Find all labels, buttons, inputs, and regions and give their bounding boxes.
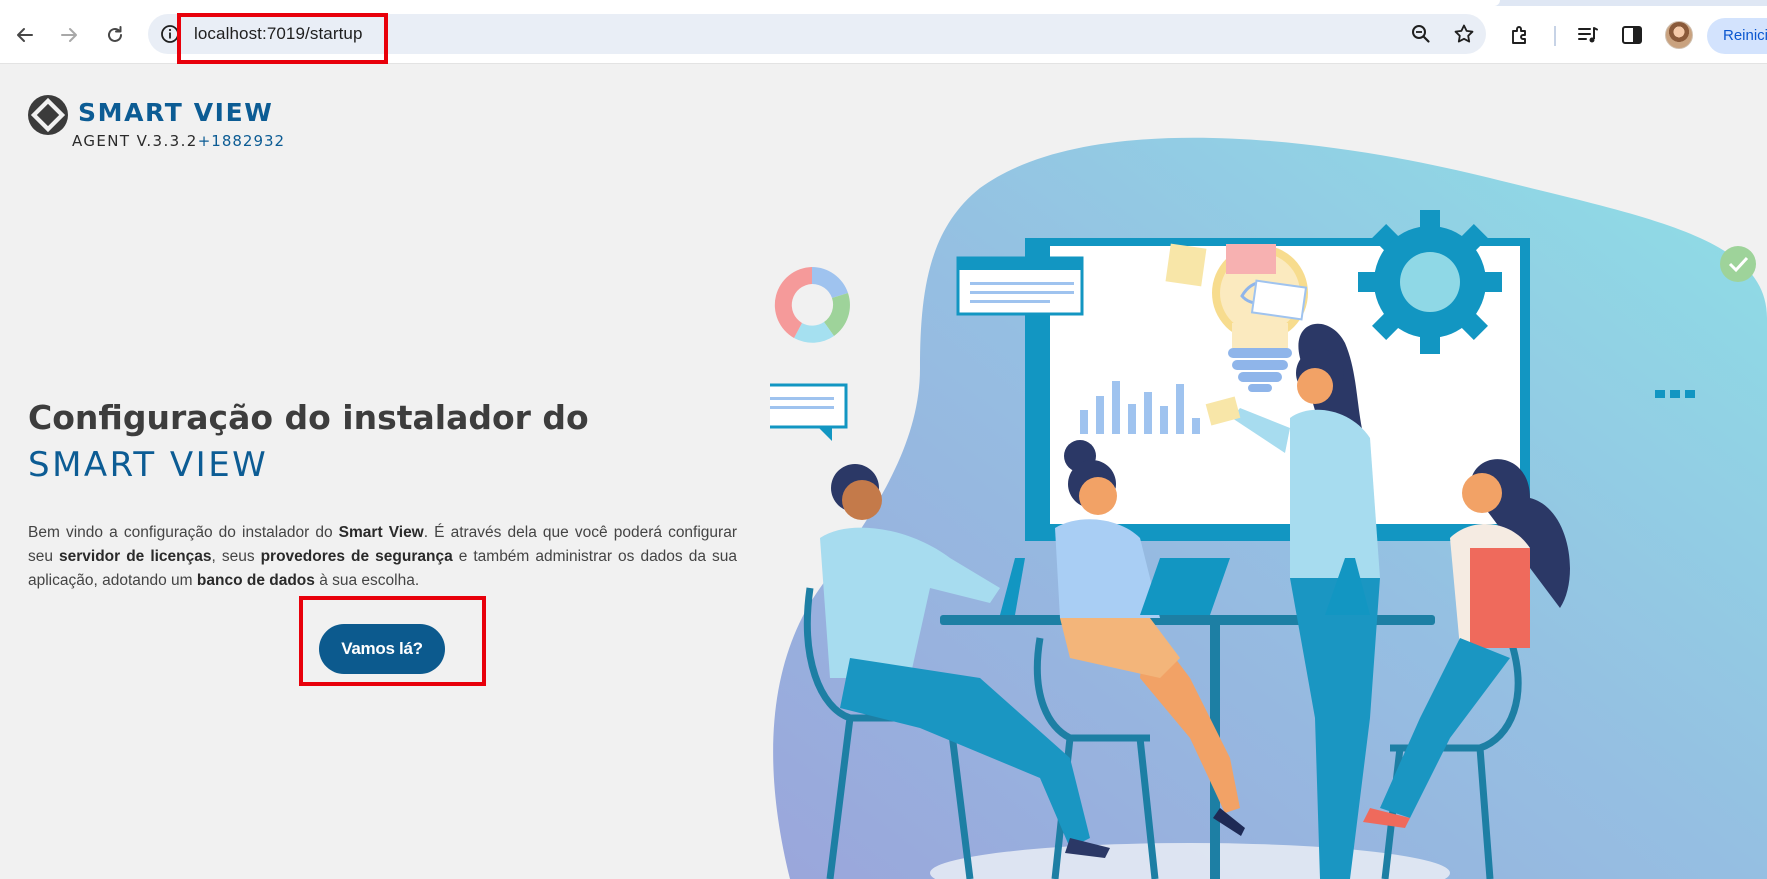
extensions-puzzle-icon[interactable]	[1508, 23, 1532, 47]
brand-version: AGENT V.3.3.2+1882932	[72, 132, 285, 150]
site-info-icon[interactable]	[160, 24, 180, 44]
brand-title: SMART VIEW	[78, 98, 274, 127]
profile-avatar[interactable]	[1665, 21, 1693, 49]
smart-view-logo-icon	[28, 95, 68, 135]
address-url[interactable]: localhost:7019/startup	[194, 24, 363, 44]
donut-chart-icon	[774, 267, 850, 343]
team-meeting-illustration	[770, 137, 1767, 879]
intro-bold-database: banco de dados	[196, 572, 315, 589]
toolbar-separator	[1554, 26, 1556, 46]
side-panel-icon[interactable]	[1620, 23, 1644, 47]
reload-button[interactable]	[101, 21, 129, 49]
address-bar[interactable]: localhost:7019/startup	[148, 14, 1486, 54]
version-label: AGENT V.3.3.2	[72, 132, 198, 150]
browser-toolbar: localhost:7019/startup Reinici	[0, 6, 1767, 64]
intro-bold-license-server: servidor de licenças	[59, 548, 212, 565]
back-arrow-icon	[17, 28, 33, 42]
media-controls-icon[interactable]	[1576, 23, 1600, 47]
restart-profile-button[interactable]: Reinici	[1707, 18, 1767, 54]
sticky-note	[1165, 243, 1207, 287]
bookmark-star-icon[interactable]	[1453, 23, 1475, 45]
forward-button[interactable]	[55, 21, 83, 49]
zoom-icon[interactable]	[1410, 23, 1432, 45]
intro-bold-security-providers: provedores de segurança	[260, 548, 453, 565]
page-headline: Configuração do instalador do	[28, 398, 589, 437]
intro-text: , seus	[211, 548, 261, 565]
intro-bold-product: Smart View	[338, 524, 424, 541]
check-badge-icon	[1720, 246, 1756, 282]
intro-text: à sua escolha.	[314, 572, 420, 589]
sticky-note	[1226, 244, 1276, 274]
start-button[interactable]: Vamos lá?	[319, 624, 445, 674]
gear-icon	[1358, 210, 1502, 354]
intro-text: Bem vindo a configuração do instalador d…	[28, 524, 339, 541]
reload-icon	[108, 26, 122, 42]
build-number: +1882932	[197, 132, 286, 150]
back-button[interactable]	[11, 21, 39, 49]
intro-paragraph: Bem vindo a configuração do instalador d…	[28, 521, 737, 593]
document-note	[1250, 279, 1308, 321]
browser-window-card	[956, 256, 1084, 316]
chat-bubble-icon	[770, 383, 848, 441]
forward-arrow-icon	[61, 28, 77, 42]
page-headline-brand: SMART VIEW	[28, 445, 269, 485]
